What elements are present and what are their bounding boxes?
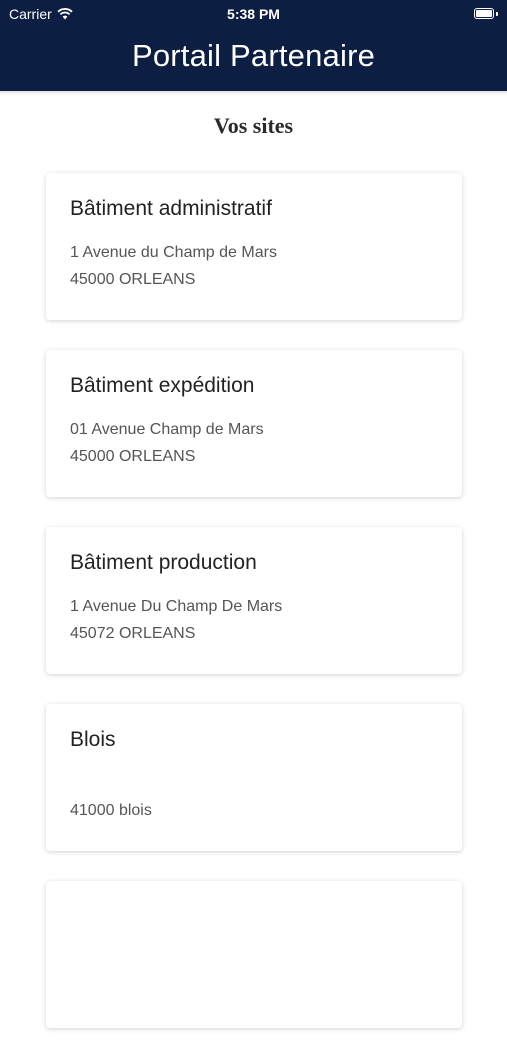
site-city: 41000 blois [70, 802, 152, 819]
site-address: 1 Avenue Du Champ De Mars [70, 598, 283, 615]
app-title: Portail Partenaire [131, 38, 376, 73]
site-card[interactable]: Bâtiment expédition 01 Avenue Champ de M… [46, 350, 462, 497]
site-name: Blois [70, 728, 116, 751]
battery-level [476, 10, 492, 17]
site-card[interactable]: Bâtiment administratif 1 Avenue du Champ… [46, 173, 462, 320]
site-city: 45072 ORLEANS [70, 625, 196, 642]
battery-icon [474, 8, 494, 19]
site-name: Bâtiment expédition [70, 374, 255, 397]
site-card[interactable]: Blois 41000 blois [46, 704, 462, 851]
app-header: Carrier 5:38 PM Portail Partenaire [0, 0, 507, 91]
section-title: Vos sites [213, 113, 294, 138]
site-address: 1 Avenue du Champ de Mars [70, 244, 277, 261]
site-city: 45000 ORLEANS [70, 448, 196, 465]
status-bar: Carrier 5:38 PM [0, 0, 507, 28]
site-city: 45000 ORLEANS [70, 271, 196, 288]
site-card[interactable] [46, 881, 462, 1028]
site-name: Bâtiment administratif [70, 197, 272, 220]
battery-tip [496, 12, 498, 16]
site-name: Bâtiment production [70, 551, 257, 574]
site-card[interactable]: Bâtiment production 1 Avenue Du Champ De… [46, 527, 462, 674]
header-shadow [0, 91, 507, 95]
status-time: 5:38 PM [227, 6, 280, 22]
site-address: 01 Avenue Champ de Mars [70, 421, 264, 438]
site-list: Bâtiment administratif 1 Avenue du Champ… [46, 173, 462, 1058]
